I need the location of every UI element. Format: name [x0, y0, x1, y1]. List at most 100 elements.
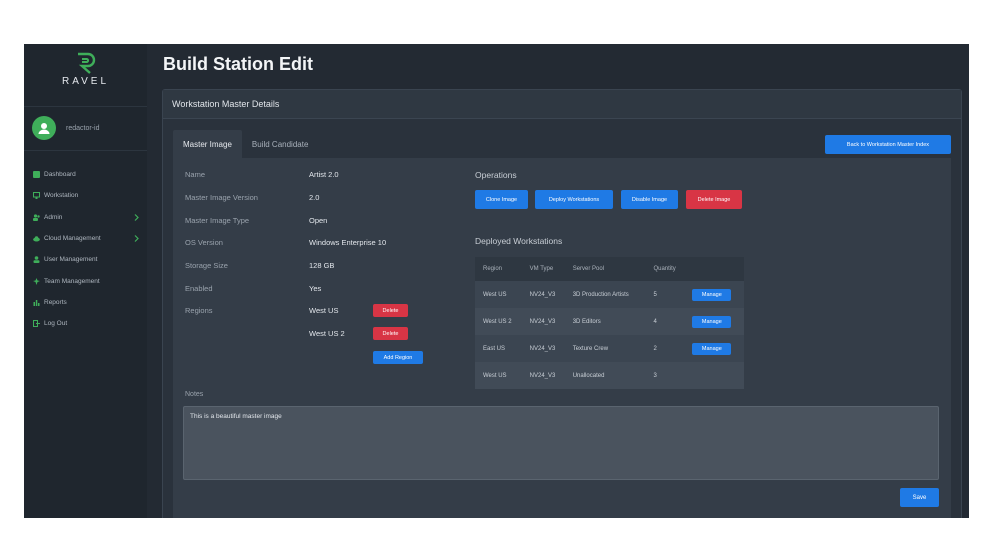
chart-icon [33, 299, 40, 306]
notes-label: Notes [185, 391, 204, 398]
app-window: RAVEL redactor-id Dashboard Workstation [24, 44, 969, 518]
cell-vm-type: NV24_V3 [521, 335, 565, 362]
cell-region: West US [475, 281, 522, 308]
type-value: Open [309, 216, 328, 225]
deployed-workstations-table: Region VM Type Server Pool Quantity West… [475, 257, 744, 389]
delete-region-button[interactable]: Delete [373, 304, 408, 317]
delete-image-button[interactable]: Delete Image [686, 190, 742, 209]
card-title: Workstation Master Details [163, 90, 961, 119]
sidebar-item-reports[interactable]: Reports [24, 292, 147, 313]
sidebar-item-label: User Management [44, 256, 98, 264]
clone-image-button[interactable]: Clone Image [475, 190, 528, 209]
cell-region: West US 2 [475, 308, 522, 335]
disable-image-button[interactable]: Disable Image [621, 190, 678, 209]
cell-server-pool: Texture Crew [564, 335, 646, 362]
deploy-workstations-button[interactable]: Deploy Workstations [535, 190, 613, 209]
regions-label: Regions [185, 306, 213, 315]
master-image-panel: Name Artist 2.0 Master Image Version 2.0… [173, 158, 951, 518]
column-header-actions [684, 257, 744, 281]
type-label: Master Image Type [185, 216, 250, 225]
user-profile[interactable]: redactor-id [32, 116, 99, 140]
notes-textarea[interactable]: This is a beautiful master image [183, 406, 939, 480]
cell-actions: Manage [684, 335, 744, 362]
manage-button[interactable]: Manage [692, 315, 732, 328]
logout-icon [33, 320, 40, 328]
os-value: Windows Enterprise 10 [309, 238, 387, 247]
sidebar-item-label: Admin [44, 213, 63, 221]
manage-button[interactable]: Manage [692, 288, 732, 301]
divider [24, 106, 147, 107]
cloud-icon [33, 235, 40, 242]
column-header: Region [475, 257, 522, 281]
brand-name: RAVEL [61, 76, 110, 87]
user-avatar-icon [38, 123, 50, 134]
sidebar-item-team-management[interactable]: Team Management [24, 270, 147, 291]
sidebar-item-cloud-management[interactable]: Cloud Management [24, 228, 147, 249]
tab-build-candidate[interactable]: Build Candidate [242, 130, 318, 158]
chevron-right-icon [134, 234, 139, 242]
cell-quantity: 5 [645, 281, 685, 308]
sidebar-item-user-management[interactable]: User Management [24, 249, 147, 270]
cell-region: East US [475, 335, 522, 362]
users-icon [33, 214, 40, 221]
storage-label: Storage Size [185, 261, 228, 270]
cell-quantity: 2 [645, 335, 685, 362]
cell-server-pool: Unallocated [564, 362, 646, 389]
sidebar-item-label: Dashboard [44, 171, 76, 179]
sidebar-item-log-out[interactable]: Log Out [24, 313, 147, 334]
avatar [32, 116, 56, 140]
cell-quantity: 3 [645, 362, 685, 389]
delete-region-button[interactable]: Delete [373, 327, 408, 340]
enabled-value: Yes [309, 284, 322, 293]
sidebar-item-label: Log Out [44, 320, 68, 328]
tab-bar: Master Image Build Candidate [173, 130, 318, 158]
brand-logo[interactable]: RAVEL [24, 50, 147, 87]
deployed-title: Deployed Workstations [475, 236, 563, 246]
save-button[interactable]: Save [900, 488, 939, 507]
monitor-icon [33, 192, 40, 200]
main-content: Build Station Edit Workstation Master De… [147, 44, 969, 518]
cell-server-pool: 3D Production Artists [564, 281, 646, 308]
version-label: Master Image Version [185, 193, 258, 202]
user-icon [33, 256, 40, 264]
sidebar-item-workstation[interactable]: Workstation [24, 185, 147, 206]
sidebar-nav: Dashboard Workstation Admin Cloud Manage… [24, 164, 147, 334]
sidebar-item-dashboard[interactable]: Dashboard [24, 164, 147, 185]
manage-button[interactable]: Manage [692, 342, 732, 355]
table-row: East US NV24_V3 Texture Crew 2 Manage [475, 335, 744, 362]
os-label: OS Version [185, 238, 223, 247]
tab-master-image[interactable]: Master Image [173, 130, 242, 158]
add-region-button[interactable]: Add Region [373, 351, 423, 364]
name-label: Name [185, 170, 206, 179]
dashboard-icon [33, 171, 40, 179]
ravel-logo-icon [77, 52, 95, 74]
sidebar-item-label: Workstation [44, 192, 79, 200]
cell-server-pool: 3D Editors [564, 308, 646, 335]
region-value: West US [309, 306, 339, 315]
storage-value: 128 GB [309, 261, 335, 270]
user-name: redactor-id [66, 124, 100, 132]
table-row: West US NV24_V3 Unallocated 3 [475, 362, 744, 389]
cell-vm-type: NV24_V3 [521, 308, 565, 335]
table-header-row: Region VM Type Server Pool Quantity [475, 257, 744, 281]
cell-vm-type: NV24_V3 [521, 362, 565, 389]
cell-actions [684, 362, 744, 389]
sidebar-item-label: Reports [44, 298, 67, 306]
team-icon [33, 277, 40, 285]
cell-actions: Manage [684, 281, 744, 308]
sidebar-item-label: Cloud Management [44, 235, 101, 243]
sidebar-item-admin[interactable]: Admin [24, 207, 147, 228]
cell-actions: Manage [684, 308, 744, 335]
chevron-right-icon [134, 213, 139, 221]
table-row: West US NV24_V3 3D Production Artists 5 … [475, 281, 744, 308]
table-row: West US 2 NV24_V3 3D Editors 4 Manage [475, 308, 744, 335]
details-card: Workstation Master Details Master Image … [162, 89, 962, 518]
column-header: VM Type [521, 257, 565, 281]
cell-region: West US [475, 362, 522, 389]
back-to-index-button[interactable]: Back to Workstation Master Index [825, 135, 951, 154]
sidebar-item-label: Team Management [44, 277, 100, 285]
page-title: Build Station Edit [163, 54, 313, 74]
enabled-label: Enabled [185, 284, 213, 293]
version-value: 2.0 [309, 193, 320, 202]
name-value: Artist 2.0 [309, 170, 339, 179]
